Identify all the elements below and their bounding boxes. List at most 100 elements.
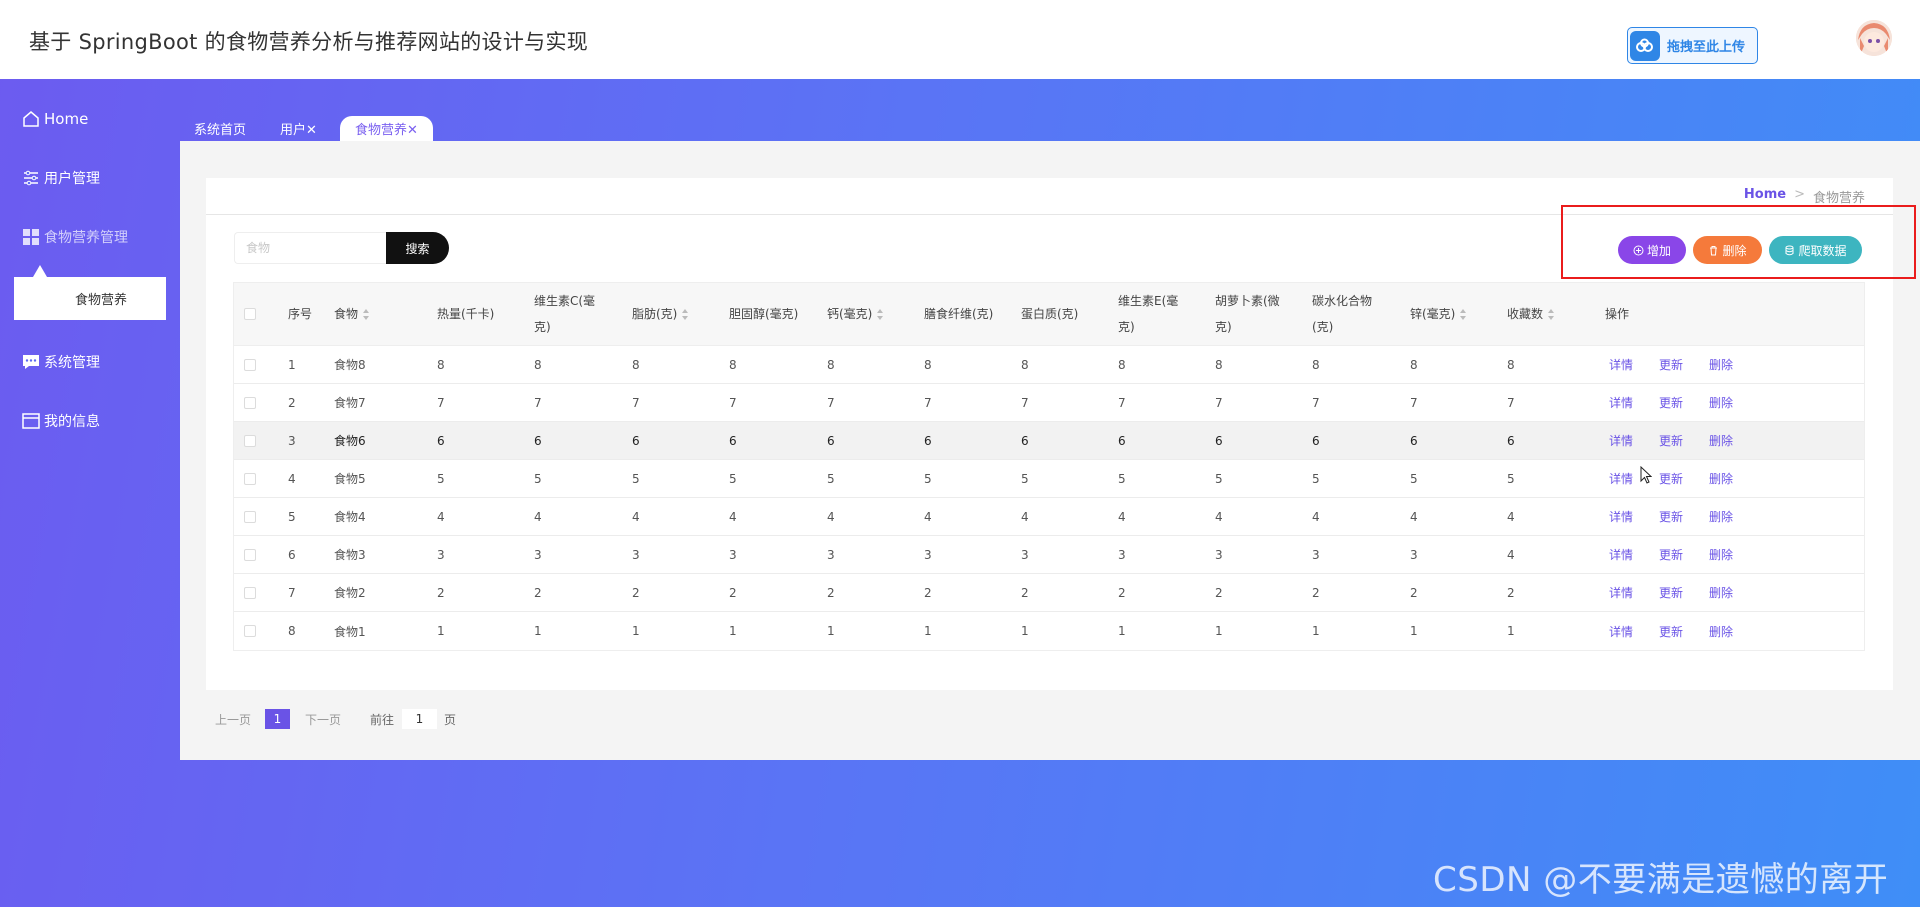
cell-value: 1	[437, 624, 445, 638]
col-header-fat[interactable]: 脂肪(克)	[632, 283, 689, 345]
table-row: 4 食物5 5 5 5 5 5 5 5 5 5 5 5 5 详情 更新 删除	[234, 460, 1864, 498]
row-checkbox[interactable]	[244, 346, 256, 383]
sliders-icon	[24, 170, 38, 186]
delete-link[interactable]: 删除	[1709, 384, 1733, 421]
sidebar-item-home[interactable]: Home	[22, 106, 88, 132]
cell-value: 6	[1118, 433, 1126, 448]
col-header-cholesterol[interactable]: 胆固醇(毫克)	[729, 283, 804, 345]
sidebar-item-system[interactable]: 系统管理	[22, 349, 100, 375]
cell-value: 3	[437, 547, 445, 562]
row-checkbox[interactable]	[244, 460, 256, 497]
col-header-carbohydrate[interactable]: 碳水化合物 (克)	[1312, 283, 1387, 345]
goto-page-input[interactable]	[402, 709, 437, 729]
select-all-checkbox[interactable]	[244, 283, 256, 345]
cell-value: 5	[729, 471, 737, 486]
row-checkbox[interactable]	[244, 422, 256, 459]
row-checkbox[interactable]	[244, 536, 256, 573]
cell-value: 8	[437, 357, 445, 372]
col-header-food[interactable]: 食物	[334, 283, 370, 345]
tab-users[interactable]: 用户✕	[280, 116, 317, 141]
cell-value: 6	[1410, 433, 1418, 448]
cell-value: 3	[534, 547, 542, 562]
sidebar: Home 用户管理 食物营养管理 食物营养 系统管理 我的信息	[0, 79, 180, 907]
site-title: 基于 SpringBoot 的食物营养分析与推荐网站的设计与实现	[29, 30, 589, 54]
pagination-goto[interactable]	[402, 709, 437, 729]
sidebar-item-my-info[interactable]: 我的信息	[22, 408, 100, 434]
cell-food: 食物8	[334, 358, 366, 372]
user-avatar[interactable]	[1856, 20, 1892, 56]
search-input[interactable]	[234, 232, 389, 264]
update-link[interactable]: 更新	[1659, 574, 1683, 611]
mouse-cursor-icon	[1640, 466, 1652, 484]
detail-link[interactable]: 详情	[1609, 384, 1633, 421]
col-header-fiber[interactable]: 膳食纤维(克)	[924, 283, 999, 345]
delete-link[interactable]: 删除	[1709, 346, 1733, 383]
cell-food: 食物5	[334, 472, 366, 486]
upload-button[interactable]: 拖拽至此上传	[1627, 27, 1758, 64]
delete-link[interactable]: 删除	[1709, 422, 1733, 459]
cell-value: 2	[437, 585, 445, 600]
row-checkbox[interactable]	[244, 498, 256, 535]
col-header-calories[interactable]: 热量(千卡)	[437, 283, 497, 345]
breadcrumb: Home > 食物营养	[1744, 187, 1865, 206]
food-table: 序号 食物 热量(千卡) 维生素C(毫 克) 脂肪(克) 胆固醇(毫克) 钙(毫…	[233, 282, 1865, 651]
cell-value: 5	[924, 471, 932, 486]
cell-value: 1	[1215, 624, 1223, 638]
detail-link[interactable]: 详情	[1609, 536, 1633, 573]
col-header-zinc[interactable]: 锌(毫克)	[1410, 283, 1467, 345]
cell-value: 3	[827, 547, 835, 562]
detail-link[interactable]: 详情	[1609, 612, 1633, 650]
sidebar-subitem-food-nutrition[interactable]: 食物营养	[14, 277, 166, 320]
delete-link[interactable]: 删除	[1709, 612, 1733, 650]
sidebar-item-users[interactable]: 用户管理	[22, 165, 100, 191]
col-header-calcium[interactable]: 钙(毫克)	[827, 283, 884, 345]
grid-icon	[23, 229, 39, 245]
cell-value: 8	[827, 357, 835, 372]
cell-value: 8	[729, 357, 737, 372]
table-row: 2 食物7 7 7 7 7 7 7 7 7 7 7 7 7 详情 更新 删除	[234, 384, 1864, 422]
col-header-vitamin-e[interactable]: 维生素E(毫 克)	[1118, 283, 1190, 345]
update-link[interactable]: 更新	[1659, 498, 1683, 535]
detail-link[interactable]: 详情	[1609, 574, 1633, 611]
cell-value: 1	[924, 624, 932, 638]
detail-link[interactable]: 详情	[1609, 422, 1633, 459]
update-link[interactable]: 更新	[1659, 536, 1683, 573]
col-header-carotene[interactable]: 胡萝卜素(微 克)	[1215, 283, 1290, 345]
row-checkbox[interactable]	[244, 384, 256, 421]
update-link[interactable]: 更新	[1659, 422, 1683, 459]
update-link[interactable]: 更新	[1659, 384, 1683, 421]
cell-value: 4	[534, 509, 542, 524]
cell-value: 2	[1021, 585, 1029, 600]
detail-link[interactable]: 详情	[1609, 346, 1633, 383]
col-header-protein[interactable]: 蛋白质(克)	[1021, 283, 1096, 345]
tab-home[interactable]: 系统首页	[194, 116, 246, 141]
cell-value: 4	[437, 509, 445, 524]
search-button[interactable]: 搜索	[386, 232, 449, 264]
delete-link[interactable]: 删除	[1709, 498, 1733, 535]
update-link[interactable]: 更新	[1659, 346, 1683, 383]
pagination-next[interactable]: 下一页	[305, 709, 341, 729]
detail-link[interactable]: 详情	[1609, 460, 1633, 497]
delete-link[interactable]: 删除	[1709, 460, 1733, 497]
row-checkbox[interactable]	[244, 574, 256, 611]
cell-value: 4	[1507, 547, 1515, 562]
tab-food-nutrition[interactable]: 食物营养✕	[340, 116, 433, 141]
pagination-current[interactable]: 1	[265, 709, 290, 729]
row-checkbox[interactable]	[244, 612, 256, 650]
update-link[interactable]: 更新	[1659, 460, 1683, 497]
table-row: 3 食物6 6 6 6 6 6 6 6 6 6 6 6 6 详情 更新 删除	[234, 422, 1864, 460]
sidebar-item-label: 系统管理	[44, 355, 100, 371]
delete-link[interactable]: 删除	[1709, 574, 1733, 611]
col-header-vitamin-c[interactable]: 维生素C(毫 克)	[534, 283, 609, 345]
detail-link[interactable]: 详情	[1609, 498, 1633, 535]
delete-link[interactable]: 删除	[1709, 536, 1733, 573]
col-header-favorites[interactable]: 收藏数	[1507, 283, 1555, 345]
cell-value: 2	[729, 585, 737, 600]
cell-value: 1	[1312, 624, 1320, 638]
sidebar-item-food-nutrition[interactable]: 食物营养管理	[22, 224, 128, 250]
cell-value: 3	[1312, 547, 1320, 562]
breadcrumb-home[interactable]: Home	[1744, 187, 1786, 206]
table-row: 1 食物8 8 8 8 8 8 8 8 8 8 8 8 8 详情 更新 删除	[234, 346, 1864, 384]
pagination-prev[interactable]: 上一页	[215, 709, 251, 729]
update-link[interactable]: 更新	[1659, 612, 1683, 650]
